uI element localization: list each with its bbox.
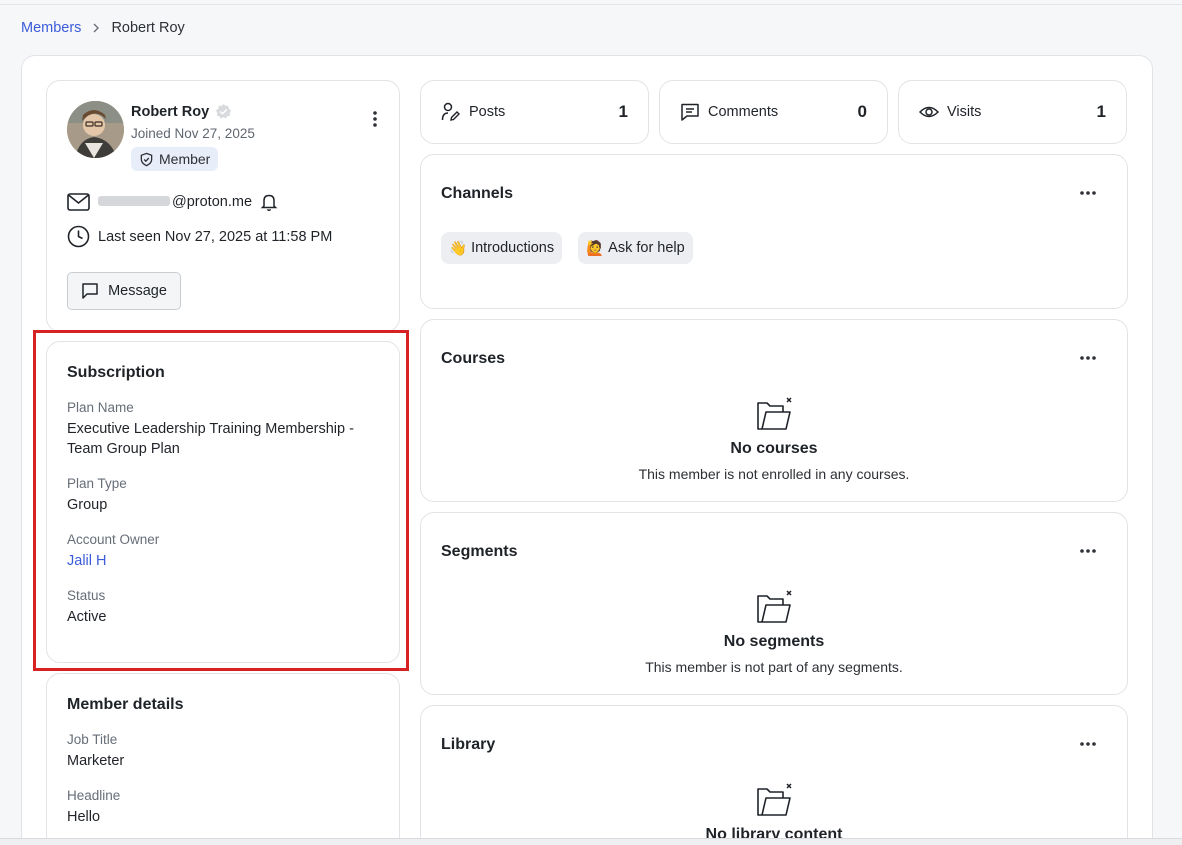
empty-folder-icon [757,783,792,816]
channel-chip-introductions[interactable]: 👋 Introductions [441,232,563,264]
stat-posts[interactable]: Posts 1 [420,80,649,144]
clock-icon [67,225,90,248]
headline-value: Hello [67,809,101,825]
job-title-field: Job Title Marketer [67,732,387,771]
headline-label: Headline [67,788,121,803]
stat-visits-value: 1 [1096,102,1106,121]
empty-folder-icon [757,397,792,430]
channels-title: Channels [441,185,514,202]
member-name-text: Robert Roy [131,103,210,120]
more-vertical-icon[interactable] [371,109,379,129]
channel-chip-label: Ask for help [608,240,685,256]
library-card: Library No library content [420,705,1128,845]
bell-icon[interactable] [260,192,278,212]
breadcrumb-members-link[interactable]: Members [21,20,81,36]
stat-posts-label: Posts [469,104,506,120]
empty-folder-icon [757,590,792,623]
subscription-highlight-box [33,330,409,671]
role-badge-label: Member [159,151,211,167]
raising-hand-icon: 🙋 [586,240,605,257]
comment-icon [681,103,699,121]
stat-visits[interactable]: Visits 1 [898,80,1127,144]
horizontal-scrollbar[interactable] [0,838,1182,845]
redacted-email-user [98,196,170,206]
job-title-value: Marketer [67,753,125,769]
verified-icon [216,103,232,119]
channel-list: 👋 Introductions 🙋 Ask for help [441,232,693,264]
mail-icon [67,193,90,211]
joined-date: Joined Nov 27, 2025 [131,126,255,141]
channels-card: Channels 👋 Introductions 🙋 Ask for help [420,154,1128,309]
library-empty-state: No library content [421,782,1127,845]
segments-card: Segments No segments This member is not … [420,512,1128,695]
more-horizontal-icon[interactable] [1079,741,1097,747]
chevron-right-icon [93,23,100,33]
profile-card: Robert Roy Joined Nov 27, 2025 Member @p… [46,80,400,332]
breadcrumb: Members Robert Roy [21,20,185,36]
shield-check-icon [140,152,153,166]
stat-posts-value: 1 [618,102,628,121]
segments-empty-title: No segments [723,633,825,650]
message-button[interactable]: Message [67,272,181,310]
message-icon [82,283,98,299]
channel-chip-label: Introductions [471,240,555,256]
last-seen-text: Last seen Nov 27, 2025 at 11:58 PM [98,228,333,245]
member-name: Robert Roy [131,103,232,120]
headline-field: Headline Hello [67,788,387,827]
more-horizontal-icon[interactable] [1079,548,1097,554]
more-horizontal-icon[interactable] [1079,190,1097,196]
role-badge: Member [131,147,219,171]
courses-empty-state: No courses This member is not enrolled i… [421,396,1127,482]
breadcrumb-current: Robert Roy [111,20,185,36]
avatar[interactable] [67,101,124,158]
courses-card: Courses No courses This member is not en… [420,319,1128,502]
channel-chip-ask-for-help[interactable]: 🙋 Ask for help [578,232,693,264]
stat-comments-value: 0 [857,102,867,121]
posts-icon [441,102,460,121]
segments-title: Segments [441,543,518,560]
email-row: @proton.me [67,192,278,212]
member-details-title: Member details [67,696,184,713]
email-domain: @proton.me [172,194,253,210]
stat-comments[interactable]: Comments 0 [659,80,888,144]
message-button-label: Message [108,283,167,299]
member-details-card: Member details Job Title Marketer Headli… [46,673,400,845]
library-title: Library [441,736,496,753]
segments-empty-state: No segments This member is not part of a… [421,589,1127,675]
courses-title: Courses [441,350,506,367]
stat-comments-label: Comments [708,104,779,120]
eye-icon [919,106,939,118]
job-title-label: Job Title [67,732,118,747]
courses-empty-title: No courses [730,440,818,457]
last-seen-row: Last seen Nov 27, 2025 at 11:58 PM [67,225,332,248]
stat-visits-label: Visits [947,104,982,120]
courses-empty-desc: This member is not enrolled in any cours… [638,466,910,482]
email-text: @proton.me [98,194,252,210]
segments-empty-desc: This member is not part of any segments. [645,659,903,675]
waving-hand-icon: 👋 [449,240,468,257]
more-horizontal-icon[interactable] [1079,355,1097,361]
